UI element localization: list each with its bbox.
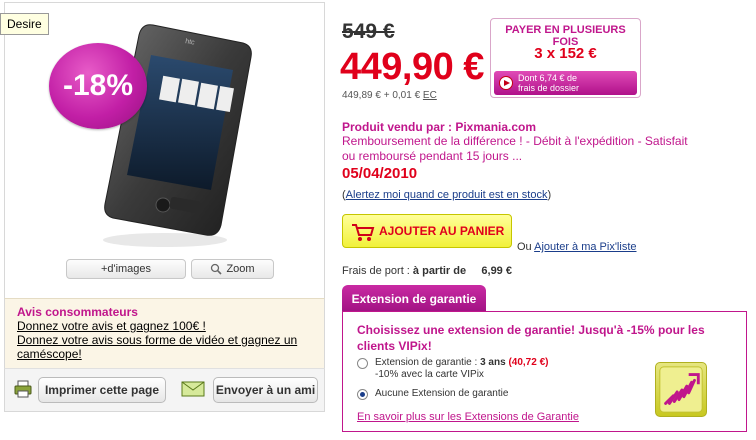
stock-alert: (Alertez moi quand ce produit est en sto… [342, 189, 551, 201]
add-to-wishlist-link[interactable]: Ajouter à ma Pix'liste [534, 241, 636, 253]
video-review-link[interactable]: Donnez votre avis sous forme de vidéo et… [17, 333, 312, 361]
installment-fee-button[interactable]: Dont 6,74 € de frais de dossier [494, 71, 637, 95]
more-images-label: +d'images [100, 263, 152, 275]
shipping-cost: Frais de port : à partir de 6,99 € [342, 265, 512, 277]
installment-value: 3 x 152 € [534, 45, 597, 62]
warranty-panel: Choisissez une extension de garantie! Ju… [342, 311, 747, 432]
installment-payment-box[interactable]: PAYER EN PLUSIEURS FOIS 3 x 152 € Dont 6… [490, 18, 641, 98]
reviews-title: Avis consommateurs [17, 305, 138, 319]
page-actions-bar: Imprimer cette page Envoyer à un ami [4, 368, 325, 412]
zoom-button[interactable]: Zoom [191, 259, 274, 279]
warranty-vipix-note: -10% avec la carte VIPix [375, 369, 484, 380]
seller-label: Produit vendu par : Pixmania.com [342, 120, 537, 134]
print-page-button[interactable]: Imprimer cette page [38, 377, 166, 403]
play-icon [499, 76, 513, 90]
envelope-icon [181, 381, 205, 397]
no-warranty-radio[interactable] [357, 389, 368, 400]
warranty-info-link[interactable]: En savoir plus sur les Extensions de Gar… [357, 411, 579, 423]
warranty-option-label: Extension de garantie : [375, 357, 481, 368]
current-price: 449,90 € [340, 46, 484, 88]
add-to-cart-label: AJOUTER AU PANIER [379, 224, 505, 238]
wishlist-or: Ou [517, 241, 535, 253]
tab-warranty-extension[interactable]: Extension de garantie [342, 285, 486, 312]
old-price: 549 € [342, 20, 395, 43]
review-contest-link[interactable]: Donnez votre avis et gagnez 100€ ! [17, 319, 312, 333]
add-to-cart-button[interactable]: AJOUTER AU PANIER [342, 214, 512, 248]
cart-icon [352, 224, 375, 241]
installment-fee-line1: Dont 6,74 € de [518, 73, 578, 83]
more-images-button[interactable]: +d'images [66, 259, 186, 279]
magnifier-icon [211, 263, 223, 275]
reviews-section: Avis consommateurs Donnez votre avis et … [4, 298, 325, 368]
price-breakdown: 449,89 € + 0,01 € [342, 90, 421, 101]
tooltip: Desire [0, 13, 49, 35]
paren-close: ) [547, 189, 552, 201]
wishlist: Ou Ajouter à ma Pix'liste [517, 241, 637, 253]
shipping-from: à partir de [412, 265, 467, 277]
warranty-duration: 3 ans [480, 357, 506, 368]
shipping-label: Frais de port : [342, 265, 413, 277]
warranty-heading: Choisissez une extension de garantie! Ju… [357, 323, 705, 353]
price-detail: 449,89 € + 0,01 € EC [342, 90, 437, 101]
shipping-value: 6,99 € [481, 265, 512, 277]
send-to-friend-button[interactable]: Envoyer à un ami [213, 377, 318, 403]
zoom-label: Zoom [226, 263, 255, 275]
warranty-price: (40,72 €) [508, 357, 549, 368]
warranty-3-years-radio[interactable] [357, 358, 368, 369]
seller-guarantees: Remboursement de la différence ! - Débit… [342, 134, 688, 163]
installment-fee-line2: frais de dossier [518, 83, 580, 93]
availability-date: 05/04/2010 [342, 165, 418, 182]
warranty-option-3-years[interactable]: Extension de garantie : 3 ans (40,72 €) [375, 357, 548, 368]
printer-icon [14, 380, 32, 398]
ecotax-link[interactable]: EC [423, 90, 437, 101]
discount-badge: -18% [49, 43, 147, 129]
stock-alert-link[interactable]: Alertez moi quand ce produit est en stoc… [346, 189, 548, 201]
no-warranty-option[interactable]: Aucune Extension de garantie [375, 388, 508, 399]
warranty-spring-icon [655, 362, 707, 417]
